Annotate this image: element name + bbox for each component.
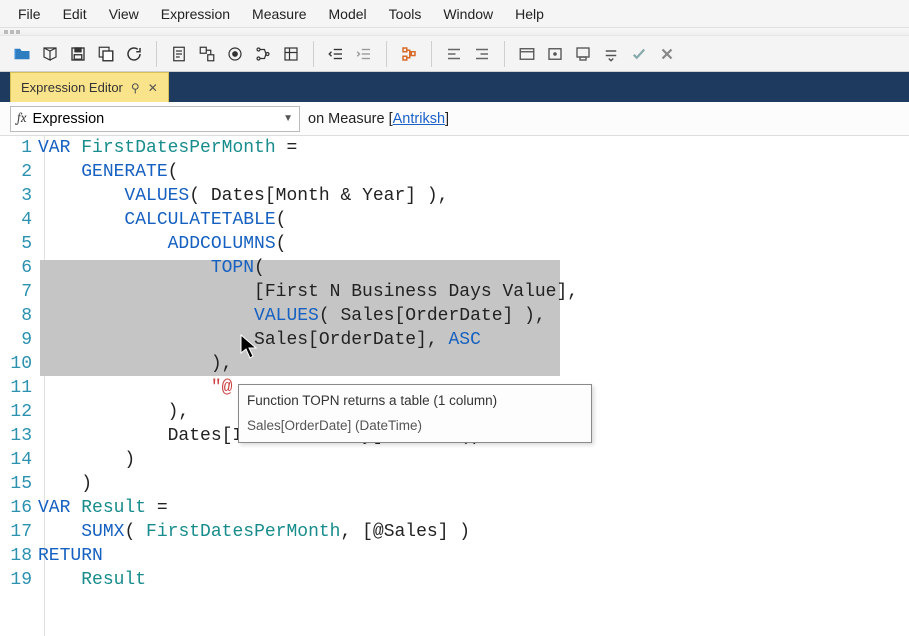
toolbar-separator	[386, 41, 387, 67]
code-line[interactable]: SUMX( FirstDatesPerMonth, [@Sales] )	[38, 520, 909, 544]
code-line[interactable]: Sales[OrderDate], ASC	[38, 328, 909, 352]
intellisense-tooltip: Function TOPN returns a table (1 column)…	[238, 384, 592, 443]
menu-measure[interactable]: Measure	[242, 3, 316, 25]
property-input[interactable]	[33, 111, 278, 127]
menu-view[interactable]: View	[99, 3, 149, 25]
partition-icon[interactable]	[251, 42, 275, 66]
toolbar-separator	[313, 41, 314, 67]
align-right-icon[interactable]	[470, 42, 494, 66]
fx-icon: fx	[17, 111, 27, 126]
dropdown-icon[interactable]	[599, 42, 623, 66]
code-line[interactable]: VAR Result =	[38, 496, 909, 520]
script-icon[interactable]	[167, 42, 191, 66]
indent-left-icon[interactable]	[324, 42, 348, 66]
code-line[interactable]: VALUES( Sales[OrderDate] ),	[38, 304, 909, 328]
menu-window[interactable]: Window	[433, 3, 503, 25]
refresh-icon[interactable]	[122, 42, 146, 66]
menu-file[interactable]: File	[8, 3, 51, 25]
save-all-icon[interactable]	[94, 42, 118, 66]
tooltip-line-2: Sales[OrderDate] (DateTime)	[247, 414, 583, 438]
menu-model[interactable]: Model	[319, 3, 377, 25]
menu-expression[interactable]: Expression	[151, 3, 240, 25]
code-line[interactable]: ADDCOLUMNS(	[38, 232, 909, 256]
menu-tools[interactable]: Tools	[379, 3, 432, 25]
flag-icon[interactable]	[543, 42, 567, 66]
tooltip-line-1: Function TOPN returns a table (1 column)	[247, 389, 583, 413]
code-line[interactable]: VALUES( Dates[Month & Year] ),	[38, 184, 909, 208]
export-icon[interactable]	[38, 42, 62, 66]
pin-icon[interactable]: ⚲	[131, 81, 140, 95]
check-icon[interactable]	[627, 42, 651, 66]
ribbon-grip	[0, 28, 909, 36]
code-line[interactable]: Result	[38, 568, 909, 592]
tab-expression-editor[interactable]: Expression Editor ⚲ ✕	[10, 72, 169, 102]
property-selector[interactable]: fx ▼	[10, 106, 300, 132]
tab-strip: Expression Editor ⚲ ✕	[0, 72, 909, 102]
code-line[interactable]: VAR FirstDatesPerMonth =	[38, 136, 909, 160]
tab-title: Expression Editor	[21, 80, 123, 95]
menu-bar: File Edit View Expression Measure Model …	[0, 0, 909, 28]
formula-bar: fx ▼ on Measure [Antriksh]	[0, 102, 909, 136]
code-line[interactable]: RETURN	[38, 544, 909, 568]
chevron-down-icon[interactable]: ▼	[283, 113, 293, 124]
close-action-icon[interactable]	[655, 42, 679, 66]
code-line[interactable]: )	[38, 472, 909, 496]
menu-help[interactable]: Help	[505, 3, 554, 25]
window-icon[interactable]	[515, 42, 539, 66]
code-line[interactable]: CALCULATETABLE(	[38, 208, 909, 232]
toolbar	[0, 36, 909, 72]
folder-open-icon[interactable]	[10, 42, 34, 66]
run-icon[interactable]	[223, 42, 247, 66]
options-icon[interactable]	[571, 42, 595, 66]
code-body[interactable]: VAR FirstDatesPerMonth = GENERATE( VALUE…	[38, 136, 909, 592]
save-icon[interactable]	[66, 42, 90, 66]
line-gutter: 12345678910111213141516171819	[0, 136, 38, 592]
code-line[interactable]: [First N Business Days Value],	[38, 280, 909, 304]
code-line[interactable]: ),	[38, 352, 909, 376]
align-left-icon[interactable]	[442, 42, 466, 66]
measure-link[interactable]: Antriksh	[393, 111, 445, 127]
close-icon[interactable]: ✕	[148, 81, 158, 95]
code-editor[interactable]: 12345678910111213141516171819 VAR FirstD…	[0, 136, 909, 636]
context-label: on Measure [Antriksh]	[308, 111, 449, 127]
process-icon[interactable]	[279, 42, 303, 66]
toolbar-separator	[431, 41, 432, 67]
indent-right-icon[interactable]	[352, 42, 376, 66]
toolbar-separator	[156, 41, 157, 67]
code-line[interactable]: )	[38, 448, 909, 472]
code-line[interactable]: TOPN(	[38, 256, 909, 280]
toolbar-separator	[504, 41, 505, 67]
code-line[interactable]: GENERATE(	[38, 160, 909, 184]
connect-icon[interactable]	[195, 42, 219, 66]
menu-edit[interactable]: Edit	[53, 3, 97, 25]
hierarchy-icon[interactable]	[397, 42, 421, 66]
mouse-cursor	[240, 334, 260, 368]
